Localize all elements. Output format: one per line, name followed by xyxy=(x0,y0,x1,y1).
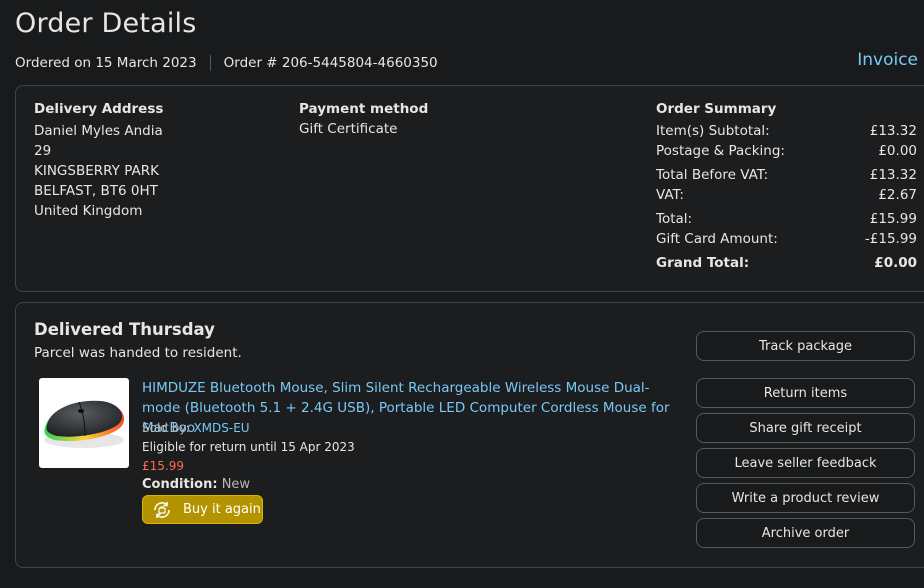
summary-row-vat: VAT: £2.67 xyxy=(656,185,917,205)
summary-value: £13.32 xyxy=(869,123,917,139)
delivery-address: Delivery Address Daniel Myles Andia 29 K… xyxy=(34,101,163,221)
shipment-card: Delivered Thursday Parcel was handed to … xyxy=(15,302,924,568)
summary-value: -£15.99 xyxy=(864,231,917,247)
payment-method-value: Gift Certificate xyxy=(299,121,398,137)
summary-row-total-before-vat: Total Before VAT: £13.32 xyxy=(656,165,917,185)
product-price: £15.99 xyxy=(142,459,184,473)
meta-divider xyxy=(209,55,211,71)
buy-again-cycle-icon xyxy=(151,499,173,521)
buy-again-label: Buy it again xyxy=(183,502,261,517)
invoice-link[interactable]: Invoice xyxy=(857,50,918,70)
share-gift-receipt-button[interactable]: Share gift receipt xyxy=(696,413,915,443)
summary-row-subtotal: Item(s) Subtotal: £13.32 xyxy=(656,121,917,141)
summary-value: £2.67 xyxy=(878,187,917,203)
payment-method: Payment method Gift Certificate xyxy=(299,101,428,139)
archive-order-button[interactable]: Archive order xyxy=(696,518,915,548)
condition-label: Condition: xyxy=(142,477,218,492)
product-image xyxy=(44,400,125,448)
order-summary: Order Summary Item(s) Subtotal: £13.32 P… xyxy=(656,101,917,273)
address-line: Daniel Myles Andia xyxy=(34,123,163,139)
summary-value: £0.00 xyxy=(874,255,917,271)
track-package-button[interactable]: Track package xyxy=(696,331,915,361)
summary-row-total: Total: £15.99 xyxy=(656,209,917,229)
return-eligibility: Eligible for return until 15 Apr 2023 xyxy=(142,440,355,454)
buy-again-button[interactable]: Buy it again xyxy=(142,495,263,524)
seller-link[interactable]: XMDS-EU xyxy=(193,421,249,435)
summary-row-postage: Postage & Packing: £0.00 xyxy=(656,141,917,161)
summary-row-grand-total: Grand Total: £0.00 xyxy=(656,253,917,273)
write-product-review-button[interactable]: Write a product review xyxy=(696,483,915,513)
sold-by: Sold by: XMDS-EU xyxy=(142,421,250,435)
summary-value: £13.32 xyxy=(869,167,917,183)
address-line: KINGSBERRY PARK xyxy=(34,163,159,179)
summary-label: Grand Total: xyxy=(656,255,750,271)
address-line: BELFAST, BT6 0HT xyxy=(34,183,158,199)
page-title: Order Details xyxy=(15,8,197,39)
product-condition: Condition: New xyxy=(142,477,250,492)
summary-label: Item(s) Subtotal: xyxy=(656,123,770,139)
payment-method-heading: Payment method xyxy=(299,101,429,117)
leave-seller-feedback-button[interactable]: Leave seller feedback xyxy=(696,448,915,478)
summary-label: Postage & Packing: xyxy=(656,143,785,159)
summary-value: £15.99 xyxy=(869,211,917,227)
sold-by-label: Sold by: xyxy=(142,421,190,435)
summary-label: VAT: xyxy=(656,187,684,203)
delivery-detail: Parcel was handed to resident. xyxy=(34,345,242,361)
address-lines: Daniel Myles Andia 29 KINGSBERRY PARK BE… xyxy=(34,121,163,221)
summary-label: Gift Card Amount: xyxy=(656,231,778,247)
order-number: Order # 206-5445804-4660350 xyxy=(223,55,438,71)
wireless-mouse-image[interactable] xyxy=(39,378,129,468)
delivery-address-heading: Delivery Address xyxy=(34,101,164,117)
condition-value: New xyxy=(221,477,251,492)
return-items-button[interactable]: Return items xyxy=(696,378,915,408)
summary-row-gift-card: Gift Card Amount: -£15.99 xyxy=(656,229,917,249)
address-line: United Kingdom xyxy=(34,203,143,219)
order-meta: Ordered on 15 March 2023 Order # 206-544… xyxy=(15,55,438,71)
address-line: 29 xyxy=(34,143,52,159)
summary-label: Total Before VAT: xyxy=(656,167,769,183)
summary-value: £0.00 xyxy=(878,143,917,159)
summary-label: Total: xyxy=(656,211,693,227)
order-date: Ordered on 15 March 2023 xyxy=(15,55,197,71)
delivery-status: Delivered Thursday xyxy=(34,320,215,339)
order-summary-heading: Order Summary xyxy=(656,101,777,117)
order-info-card: Delivery Address Daniel Myles Andia 29 K… xyxy=(15,85,924,292)
